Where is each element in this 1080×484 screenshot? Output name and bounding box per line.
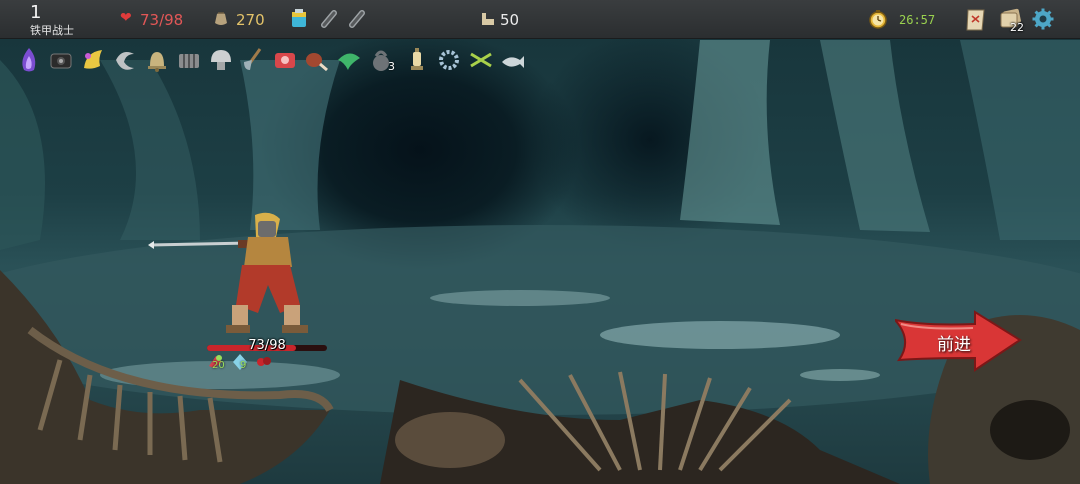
run-timer: 26:57 [899, 13, 936, 27]
strength-value: 20 [212, 360, 225, 371]
bell-relic-icon[interactable] [144, 46, 170, 74]
top-bar: 1 铁甲战士 ❤ 73/98 270 50 26:57 22 [0, 0, 1080, 39]
deck-count: 22 [1010, 21, 1024, 34]
heart-icon: ❤ [120, 10, 132, 26]
clock-icon [869, 10, 887, 29]
gold-pouch-icon [215, 12, 227, 25]
bead-ring-relic-icon[interactable] [436, 46, 462, 74]
cage-relic-icon[interactable] [176, 46, 202, 74]
relic-bar: 3 [16, 46, 536, 76]
shovel-relic-icon[interactable] [240, 46, 266, 74]
green-arrows-relic-icon[interactable] [468, 46, 494, 74]
red-box-relic-icon[interactable] [272, 46, 298, 74]
crescent-horn-relic-icon[interactable] [112, 46, 138, 74]
hp-display: 73/98 [140, 11, 184, 29]
empty-potion-slot-icon[interactable] [320, 9, 338, 29]
floor-count: 50 [500, 11, 520, 29]
map-icon[interactable] [965, 8, 987, 32]
proceed-label[interactable]: 前进 [937, 330, 971, 355]
lantern-relic-icon[interactable] [404, 46, 430, 74]
camera-relic-icon[interactable] [48, 46, 74, 74]
player-health-label: 73/98 [248, 338, 286, 353]
blue-potion-icon[interactable] [290, 9, 308, 29]
floor-stairs-icon [482, 13, 494, 25]
mushroom-cap-relic-icon[interactable] [208, 46, 234, 74]
meat-on-bone-relic-icon[interactable] [304, 46, 330, 74]
kettlebell-relic-count: 3 [388, 60, 395, 73]
purple-flame-relic-icon[interactable] [16, 46, 42, 74]
floor-number: 1 [30, 2, 42, 23]
settings-gear-icon[interactable] [1032, 8, 1054, 30]
green-leaf-relic-icon[interactable] [336, 46, 362, 74]
golden-wing-relic-icon[interactable] [80, 46, 106, 74]
empty-potion-slot-icon[interactable] [348, 9, 366, 29]
dexterity-value: 9 [240, 360, 247, 371]
ritual-buff-icon[interactable] [254, 352, 274, 372]
ironclad-player-character [148, 212, 308, 333]
gold-amount: 270 [236, 11, 265, 29]
character-name: 铁甲战士 [30, 24, 74, 37]
whale-relic-icon[interactable] [500, 46, 526, 74]
